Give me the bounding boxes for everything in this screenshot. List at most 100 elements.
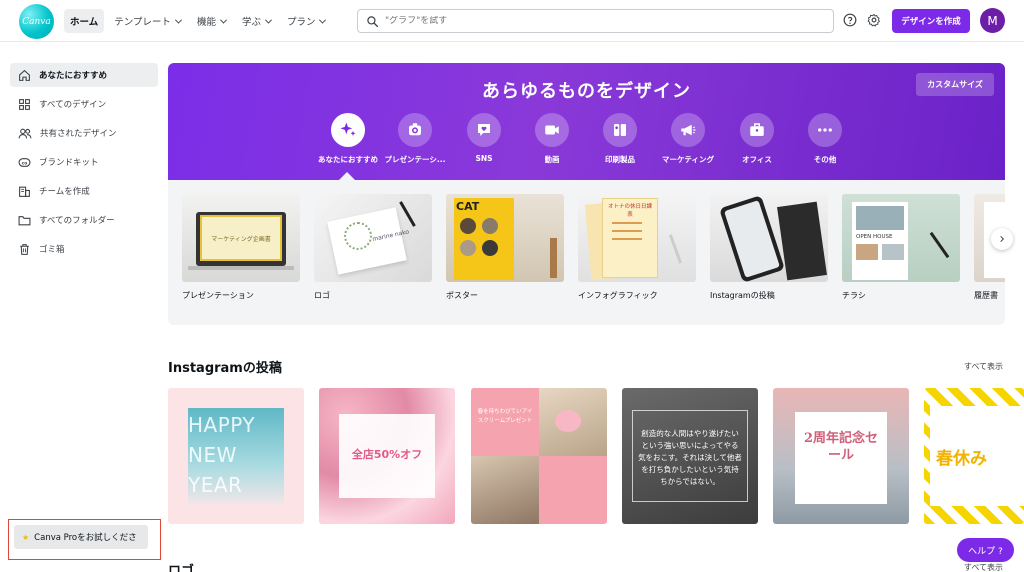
instagram-template-card[interactable]: 全店50%オフ — [319, 388, 455, 524]
nav-learn[interactable]: 学ぶ — [236, 9, 277, 33]
sidebar-item-label: チームを作成 — [39, 187, 90, 197]
instagram-template-card[interactable]: 春を待ちわびていアイスクリームプレゼント — [471, 388, 607, 524]
custom-size-button[interactable]: カスタムサイズ — [916, 73, 994, 96]
nav-features[interactable]: 機能 — [191, 9, 232, 33]
ig-card-text: 全店50%オフ — [351, 448, 423, 461]
template-card-flyer[interactable]: OPEN HOUSE チラシ — [842, 194, 960, 301]
category-circle — [535, 113, 569, 147]
template-thumb-text: CAT — [456, 200, 480, 213]
top-bar: Canva ホーム テンプレート 機能 学ぶ プラン デザインを作成 M — [0, 0, 1024, 42]
template-thumbnail: marine nako — [314, 194, 432, 282]
chevron-down-icon — [319, 16, 327, 24]
avatar[interactable]: M — [980, 8, 1005, 33]
ig-card-text: 2周年記念セール — [803, 431, 879, 463]
sidebar-item-label: 共有されたデザイン — [40, 129, 117, 139]
template-card-poster[interactable]: CAT ポスター — [446, 194, 564, 301]
search-box[interactable] — [357, 9, 834, 33]
template-card-logo[interactable]: marine nako ロゴ — [314, 194, 432, 301]
category-circle — [740, 113, 774, 147]
chevron-down-icon — [174, 16, 182, 24]
sidebar-item-label: すべてのデザイン — [39, 100, 107, 110]
template-thumbnail — [710, 194, 828, 282]
brand-kit-icon: co — [18, 157, 31, 167]
template-thumbnail: CAT — [446, 194, 564, 282]
category-more[interactable]: その他 — [785, 113, 865, 165]
nav-templates[interactable]: テンプレート — [108, 9, 187, 33]
sidebar-item-brand-kit[interactable]: co ブランドキット — [10, 150, 158, 174]
canva-logo[interactable]: Canva — [19, 4, 54, 39]
chevron-down-icon — [264, 16, 273, 24]
instagram-template-card[interactable]: HAPPY NEW YEAR — [168, 388, 304, 524]
instagram-template-card[interactable]: 2周年記念セール — [773, 388, 909, 524]
home-icon — [19, 69, 30, 81]
category-circle — [398, 113, 432, 147]
carousel-next-button[interactable] — [991, 228, 1013, 250]
template-thumb-text: オトナの休日日課表 — [607, 204, 652, 218]
pro-trial-highlight: ★ Canva Proをお試しくださ — [8, 519, 161, 560]
sidebar-item-for-you[interactable]: あなたにおすすめ — [10, 63, 158, 87]
nav-templates-label: テンプレート — [114, 17, 171, 28]
people-icon — [18, 128, 32, 138]
nav-home[interactable]: ホーム — [64, 9, 105, 33]
print-icon — [614, 124, 626, 136]
template-card-label: チラシ — [842, 291, 866, 300]
template-card-label: プレゼンテーション — [182, 291, 254, 300]
template-card-label: インフォグラフィック — [578, 291, 658, 300]
chevron-right-icon — [1000, 235, 1005, 243]
ig-card-text: HAPPY NEW YEAR — [188, 413, 256, 497]
instagram-template-card[interactable]: 創造的な人間はやり遂げたいという強い思いによってやる気をおこす。それは決して他者… — [622, 388, 758, 524]
help-circle-icon[interactable] — [843, 13, 857, 27]
instagram-template-card[interactable]: 春休み — [924, 388, 1024, 524]
main-nav: ホーム テンプレート 機能 学ぶ プラン — [64, 9, 331, 33]
megaphone-icon — [681, 124, 696, 136]
template-card-label: 履歴書 — [974, 291, 998, 300]
template-card-infographic[interactable]: オトナの休日日課表 インフォグラフィック — [578, 194, 696, 301]
search-icon — [367, 15, 379, 27]
template-card-presentation[interactable]: マーケティング企画書 プレゼンテーション — [182, 194, 300, 301]
sidebar-item-shared[interactable]: 共有されたデザイン — [10, 121, 158, 145]
sidebar-item-create-team[interactable]: チームを作成 — [10, 179, 158, 203]
sidebar-item-trash[interactable]: ゴミ箱 — [10, 237, 158, 261]
create-design-button[interactable]: デザインを作成 — [892, 9, 970, 33]
category-label: あなたにおすすめ — [318, 155, 378, 164]
sidebar-item-label: ブランドキット — [39, 158, 99, 168]
template-types-panel: マーケティング企画書 プレゼンテーション marine nako ロゴ CAT — [168, 180, 1005, 325]
category-label: プレゼンテーシ... — [384, 155, 446, 164]
search-input[interactable] — [385, 16, 805, 26]
template-card-instagram-post[interactable]: Instagramの投稿 — [710, 194, 828, 301]
logo-section-title: ロゴ — [168, 564, 195, 572]
folder-icon — [18, 215, 31, 225]
crown-icon: ★ — [22, 532, 30, 542]
banner-title: あらゆるものをデザイン — [482, 81, 691, 102]
ig-card-text: 創造的な人間はやり遂げたいという強い思いによってやる気をおこす。それは決して他者… — [638, 429, 742, 486]
sidebar: あなたにおすすめ すべてのデザイン 共有されたデザイン co ブランドキット チ… — [0, 42, 165, 572]
category-circle — [603, 113, 637, 147]
category-label: SNS — [475, 154, 493, 163]
try-canva-pro-button[interactable]: ★ Canva Proをお試しくださ — [14, 525, 148, 549]
sidebar-item-all-designs[interactable]: すべてのデザイン — [10, 92, 158, 116]
category-circle — [808, 113, 842, 147]
template-thumb-text: OPEN HOUSE — [856, 234, 893, 240]
category-marketing[interactable]: マーケティング — [648, 113, 728, 165]
nav-features-label: 機能 — [196, 17, 216, 28]
selected-category-indicator — [339, 172, 355, 180]
template-thumb-text: マーケティング企画書 — [200, 215, 282, 261]
presentation-icon — [409, 123, 421, 136]
svg-text:co: co — [22, 161, 28, 166]
grid-icon — [19, 98, 30, 110]
logo-see-all-link[interactable]: すべて表示 — [964, 562, 1003, 572]
sidebar-item-folders[interactable]: すべてのフォルダー — [10, 208, 158, 232]
category-circle — [331, 113, 365, 147]
category-label: オフィス — [742, 155, 772, 164]
nav-plans[interactable]: プラン — [281, 9, 332, 33]
chevron-down-icon — [219, 16, 227, 24]
template-thumbnail: オトナの休日日課表 — [578, 194, 696, 282]
instagram-see-all-link[interactable]: すべて表示 — [964, 361, 1003, 372]
help-button[interactable]: ヘルプ ? — [957, 538, 1014, 562]
template-thumbnail: OPEN HOUSE — [842, 194, 960, 282]
briefcase-icon — [750, 123, 764, 136]
category-presentation[interactable]: プレゼンテーシ... — [375, 113, 455, 165]
sparkle-icon — [340, 122, 356, 136]
gear-icon[interactable] — [867, 13, 881, 27]
category-label: マーケティング — [662, 155, 714, 164]
